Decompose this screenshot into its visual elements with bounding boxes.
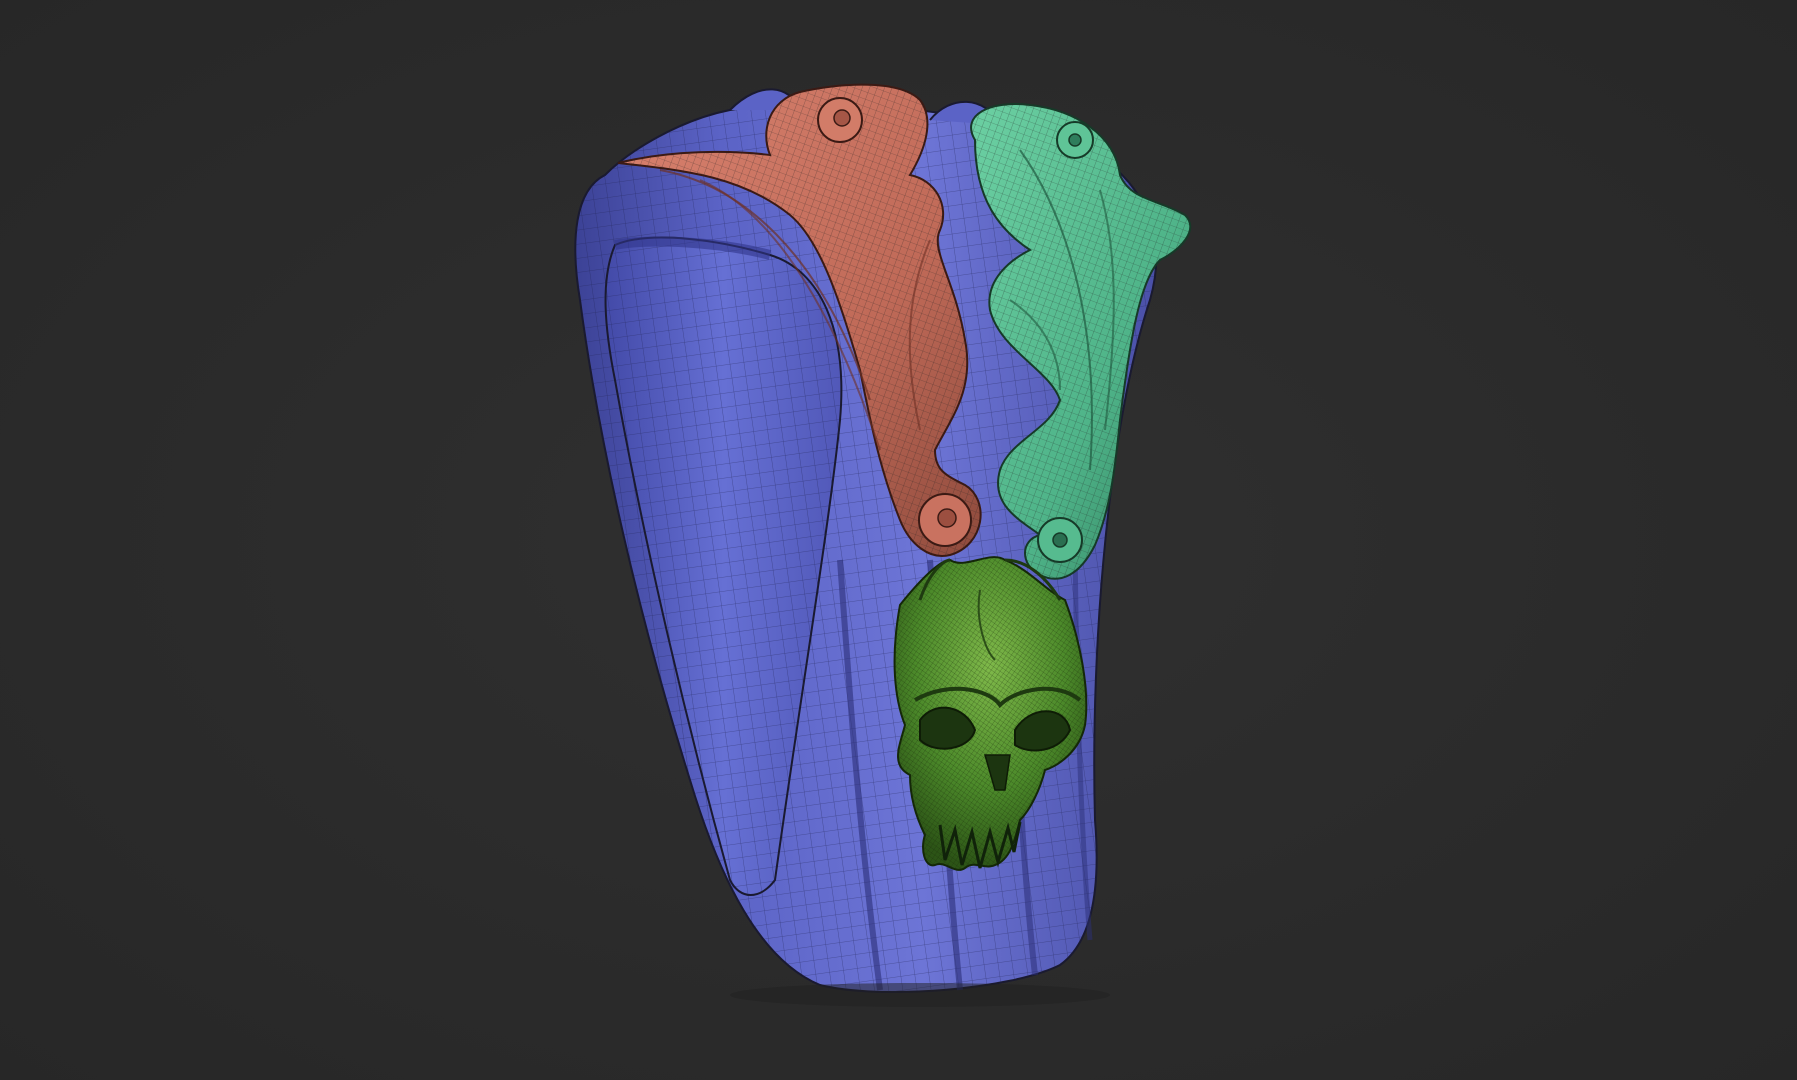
- ring-model[interactable]: [0, 0, 1797, 1080]
- ground-shadow: [730, 983, 1110, 1007]
- 3d-viewport[interactable]: [0, 0, 1797, 1080]
